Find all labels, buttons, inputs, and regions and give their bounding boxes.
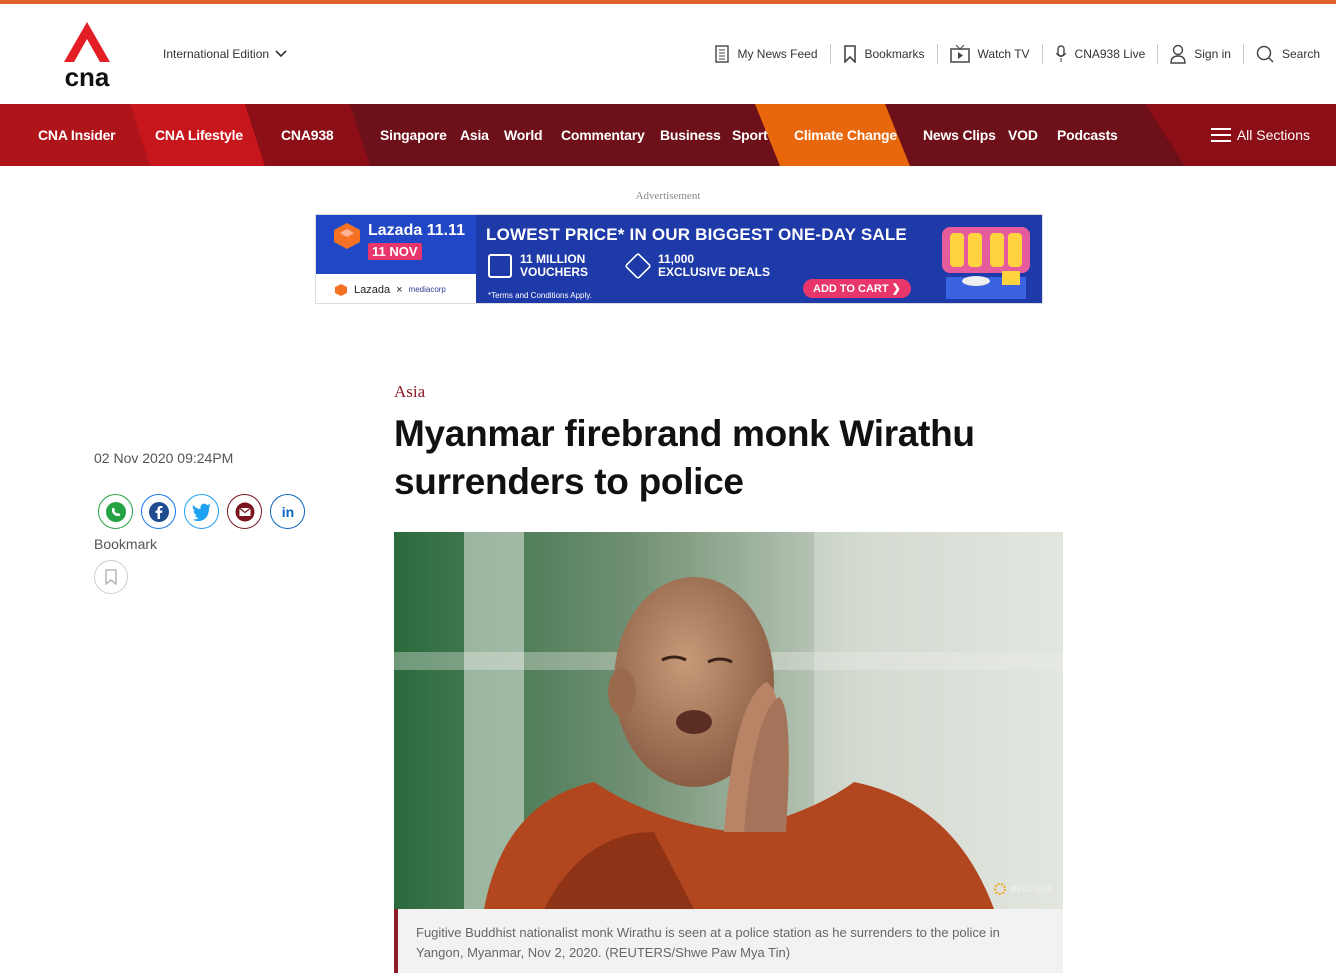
- bookmarks-label: Bookmarks: [864, 47, 925, 61]
- nav-podcasts[interactable]: Podcasts: [1057, 104, 1118, 166]
- my-news-feed-label: My News Feed: [737, 47, 818, 61]
- watch-tv-label: Watch TV: [977, 47, 1030, 61]
- ad-partner-lazada: Lazada: [354, 283, 391, 296]
- nav-business[interactable]: Business: [660, 104, 721, 166]
- tv-icon: [949, 45, 970, 63]
- ad-partner-strip: Lazada × mediacorp: [316, 274, 476, 303]
- ad-product-illustration: [942, 227, 1030, 299]
- nav-cna-lifestyle[interactable]: CNA Lifestyle: [155, 104, 243, 166]
- svg-text:in: in: [281, 504, 293, 520]
- cna938-live-link[interactable]: CNA938 Live: [1043, 42, 1158, 66]
- nav-climate-change[interactable]: Climate Change: [794, 104, 897, 166]
- share-twitter-button[interactable]: [184, 494, 219, 529]
- nav-cna-insider[interactable]: CNA Insider: [38, 104, 116, 166]
- ad-cta-label: ADD TO CART: [813, 283, 889, 295]
- ad-terms: *Terms and Conditions Apply.: [488, 291, 592, 300]
- tag-icon: [624, 252, 652, 280]
- ad-deal1-line2: VOUCHERS: [520, 265, 589, 279]
- ad-deal-vouchers: 11 MILLION VOUCHERS: [488, 253, 588, 279]
- ad-partner-x: ×: [396, 283, 403, 296]
- lazada-small-icon: [335, 283, 347, 296]
- ad-banner[interactable]: Lazada 11.11 11 NOV Lazada × mediacorp L…: [315, 214, 1043, 304]
- ad-label: Advertisement: [635, 190, 701, 202]
- chevron-down-icon: [275, 50, 287, 58]
- ad-deal-exclusive: 11,000 EXCLUSIVE DEALS: [624, 252, 771, 280]
- article-date: 02 Nov 2020 09:24PM: [94, 450, 234, 466]
- bookmarks-link[interactable]: Bookmarks: [831, 42, 937, 66]
- nav-commentary[interactable]: Commentary: [561, 104, 645, 166]
- ad-headline: LOWEST PRICE* IN OUR BIGGEST ONE-DAY SAL…: [486, 225, 907, 244]
- svg-text:cna: cna: [65, 62, 110, 90]
- nav-vod[interactable]: VOD: [1008, 104, 1038, 166]
- nav-news-clips[interactable]: News Clips: [923, 104, 996, 166]
- search-icon: [1256, 45, 1274, 63]
- microphone-icon: [1055, 45, 1066, 62]
- bookmark-outline-icon: [105, 569, 117, 585]
- news-feed-icon: [715, 45, 730, 63]
- twitter-icon: [192, 503, 211, 521]
- voucher-icon: [488, 254, 512, 278]
- sign-in-link[interactable]: Sign in: [1158, 42, 1243, 66]
- share-buttons: in: [98, 494, 305, 529]
- ad-cta-button[interactable]: ADD TO CART ❯: [803, 279, 911, 298]
- nav-world[interactable]: World: [504, 104, 543, 166]
- share-facebook-button[interactable]: [141, 494, 176, 529]
- article-category[interactable]: Asia: [394, 382, 425, 402]
- monk-photo-illustration: [394, 532, 1063, 909]
- site-header: cna International Edition My News Feed B…: [0, 4, 1336, 104]
- article-photo[interactable]: REUTERS: [394, 532, 1063, 909]
- user-icon: [1170, 44, 1186, 64]
- nav-asia[interactable]: Asia: [460, 104, 489, 166]
- email-icon: [235, 502, 254, 521]
- sign-in-label: Sign in: [1194, 47, 1231, 61]
- search-button[interactable]: Search: [1244, 42, 1320, 66]
- cna938-live-label: CNA938 Live: [1074, 47, 1146, 61]
- ad-deal2-line2: EXCLUSIVE DEALS: [658, 265, 771, 279]
- section-nav: CNA Insider CNA Lifestyle CNA938 Singapo…: [0, 104, 1336, 166]
- cna-logo[interactable]: cna: [60, 22, 114, 90]
- share-email-button[interactable]: [227, 494, 262, 529]
- facebook-icon: [148, 501, 169, 522]
- watch-tv-link[interactable]: Watch TV: [938, 42, 1042, 66]
- hamburger-menu-icon: [1210, 128, 1231, 142]
- edition-label: International Edition: [163, 47, 270, 61]
- bookmark-label: Bookmark: [94, 536, 158, 552]
- bookmark-icon: [843, 45, 856, 63]
- share-whatsapp-button[interactable]: [98, 494, 133, 529]
- share-linkedin-button[interactable]: in: [270, 494, 305, 529]
- lazada-logo-icon: [334, 223, 360, 249]
- linkedin-icon: in: [281, 504, 293, 520]
- ad-brand: Lazada 11.11: [368, 222, 465, 239]
- reuters-logo-icon: [993, 883, 1006, 895]
- utility-nav: My News Feed Bookmarks Watch TV CNA938 L…: [703, 42, 1320, 66]
- nav-singapore[interactable]: Singapore: [380, 104, 447, 166]
- photo-credit-label: REUTERS: [1009, 884, 1053, 894]
- ad-partner-mediacorp: mediacorp: [408, 285, 446, 294]
- all-sections-label: All Sections: [1236, 127, 1310, 143]
- edition-selector[interactable]: International Edition: [163, 47, 287, 61]
- nav-cna938[interactable]: CNA938: [281, 104, 334, 166]
- my-news-feed-link[interactable]: My News Feed: [703, 42, 829, 66]
- article-title: Myanmar firebrand monk Wirathu surrender…: [394, 413, 975, 502]
- bookmark-button[interactable]: [94, 560, 128, 594]
- whatsapp-icon: [105, 501, 126, 522]
- nav-sport[interactable]: Sport: [732, 104, 768, 166]
- all-sections-button[interactable]: All Sections: [1210, 104, 1310, 166]
- ad-date-badge: 11 NOV: [368, 243, 422, 260]
- photo-credit: REUTERS: [993, 883, 1053, 895]
- photo-caption: Fugitive Buddhist nationalist monk Wirat…: [394, 909, 1063, 973]
- search-label: Search: [1281, 47, 1320, 61]
